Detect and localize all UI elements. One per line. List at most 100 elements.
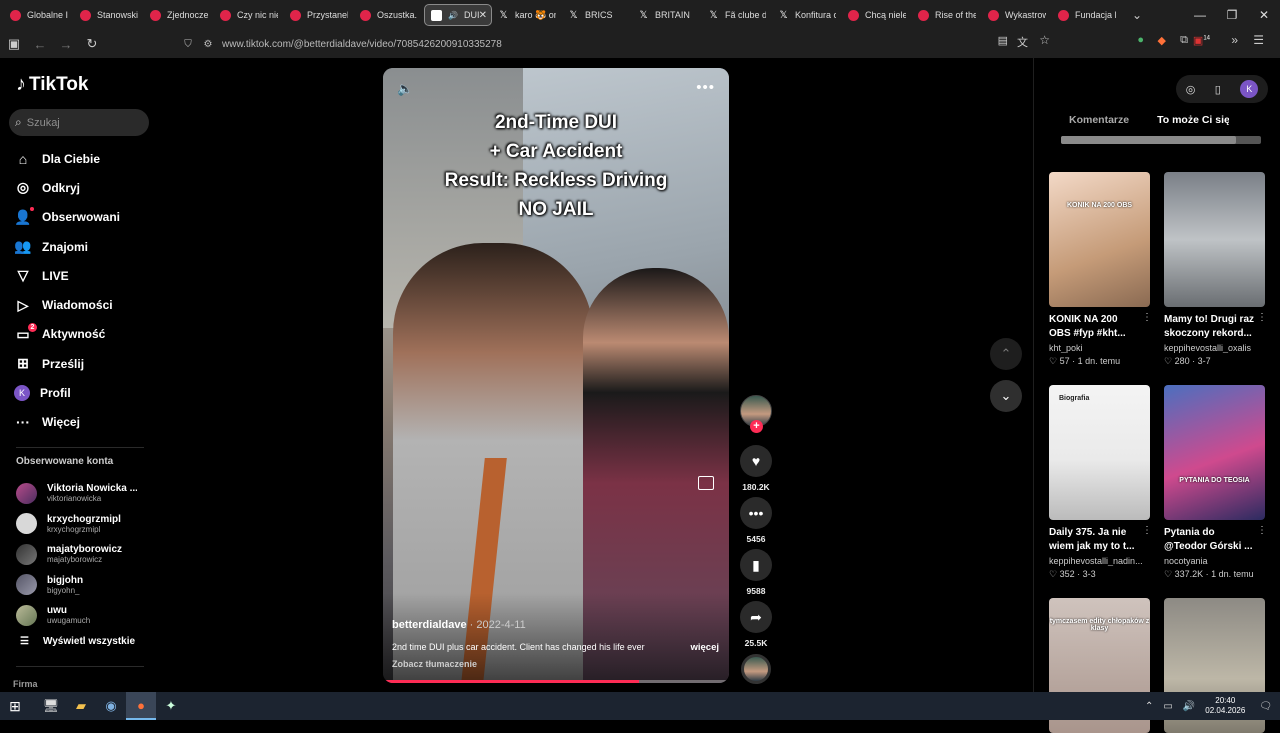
card-username[interactable]: keppihevostalli_oxalis [1164, 343, 1265, 353]
followed-account[interactable]: uwu uwugamuch [16, 600, 151, 631]
nav-item-odkryj[interactable]: ◎ Odkryj [14, 173, 154, 202]
browser-tab[interactable]: 🔊 DUI ✕ [424, 4, 492, 26]
comment-icon[interactable]: ••• [740, 497, 772, 529]
see-translation-link[interactable]: Zobacz tłumaczenie [392, 659, 477, 669]
volume-tray-icon[interactable]: 🔊 [1183, 701, 1195, 712]
card-username[interactable]: keppihevostalli_nadin... [1049, 556, 1150, 566]
browser-tab[interactable]: Zjednoczen [144, 4, 214, 26]
back-icon[interactable]: ← [28, 37, 52, 52]
followed-account[interactable]: majatyborowicz majatyborowicz [16, 539, 151, 570]
address-bar[interactable]: ⛉ ⚙ www.tiktok.com/@betterdialdave/video… [176, 33, 1048, 55]
follow-plus-icon[interactable]: + [750, 420, 763, 433]
video-player[interactable]: 2nd-Time DUI + Car Accident Result: Reck… [383, 68, 729, 683]
recommended-video-card[interactable]: Biografia Daily 375. Ja nie wiem jak my t… [1049, 385, 1152, 580]
browser-tab[interactable]: 𝕏karo 🐯 on [492, 4, 562, 26]
caption-more-button[interactable]: więcej [690, 642, 719, 653]
profile-avatar[interactable]: K [1240, 80, 1259, 98]
overflow-chevron-icon[interactable]: » [1231, 33, 1238, 47]
show-all-button[interactable]: ☰ Wyświetl wszystkie [20, 636, 135, 647]
picture-in-picture-icon[interactable] [698, 476, 714, 490]
author-name[interactable]: betterdialdave [392, 619, 467, 631]
file-explorer-icon[interactable]: ▰ [66, 692, 96, 720]
reload-icon[interactable]: ↻ [80, 36, 104, 52]
browser-tab[interactable]: Czy nic nie [214, 4, 284, 26]
shield-icon[interactable]: ⛉ [182, 39, 194, 50]
share-icon[interactable]: ➦ [740, 601, 772, 633]
tab-scrollbar[interactable] [1061, 136, 1261, 144]
network-icon[interactable]: ▭ [1163, 701, 1172, 712]
app-icon[interactable]: ✦ [156, 692, 186, 720]
browser-tab[interactable]: 𝕏 Fã clube do [702, 4, 772, 26]
video-thumbnail[interactable]: PYTANIA DO TEOSIA [1164, 385, 1265, 520]
browser-tab[interactable]: 𝕏 Konfitura or [772, 4, 842, 26]
followed-account[interactable]: krxychogrzmipl krxychogrzmipl [16, 509, 151, 540]
card-username[interactable]: kht_poki [1049, 343, 1150, 353]
followed-account[interactable]: bigjohn bigyohn_ [16, 570, 151, 601]
previous-video-button[interactable]: ⌃ [990, 338, 1022, 370]
browser-tab[interactable]: Oszustka. W [354, 4, 424, 26]
browser-tab[interactable]: Wykastrowa [982, 4, 1052, 26]
recommended-video-card[interactable]: Mamy to! Drugi raz skoczony rekord... ⋮ ke… [1164, 172, 1267, 367]
compass-icon[interactable]: ◎ [1186, 83, 1196, 96]
nav-item-wiadomości[interactable]: ▷ Wiadomości [14, 290, 154, 319]
share-action[interactable]: ➦ 25.5K [739, 601, 773, 648]
tab-you-may-like[interactable]: To może Ci się spodoba [1129, 114, 1229, 126]
comment-action[interactable]: ••• 5456 [739, 497, 773, 544]
save-action[interactable]: ▮ 9588 [739, 549, 773, 596]
minimize-icon[interactable]: — [1184, 0, 1216, 30]
restore-icon[interactable]: ❐ [1216, 0, 1248, 30]
search-box[interactable]: ⌕ [9, 109, 149, 136]
firefox-icon[interactable]: ● [126, 692, 156, 720]
extension-shield-icon[interactable]: ● [1137, 34, 1144, 46]
bookmark-star-icon[interactable]: ☆ [1039, 33, 1050, 47]
like-action[interactable]: ♥ 180.2K [739, 445, 773, 492]
tab-list-dropdown-icon[interactable]: ⌄ [1126, 8, 1148, 22]
music-disc-avatar[interactable] [741, 654, 771, 684]
start-icon[interactable]: ⊞ [0, 692, 30, 720]
browser-tab[interactable]: 𝕏 BRICS [562, 4, 632, 26]
recommended-video-card[interactable]: PYTANIA DO TEOSIA Pytania do @Teodor Górs… [1164, 385, 1267, 580]
tab-close-icon[interactable]: ✕ [479, 10, 487, 21]
url-text[interactable]: www.tiktok.com/@betterdialdave/video/708… [222, 39, 502, 50]
card-more-icon[interactable]: ⋮ [1142, 312, 1152, 323]
phone-icon[interactable]: ▯ [1215, 83, 1221, 96]
clock[interactable]: 20:40 02.04.2026 [1205, 696, 1245, 716]
nav-item-obserwowani[interactable]: 👤 Obserwowani [14, 203, 154, 232]
followed-account[interactable]: Viktoria Nowicka ... viktorianowicka [16, 478, 151, 509]
nav-item-znajomi[interactable]: 👥 Znajomi [14, 232, 154, 261]
browser-tab[interactable]: Stanowski w [74, 4, 144, 26]
video-thumbnail[interactable]: KONIK NA 200 OBS [1049, 172, 1150, 307]
reader-view-icon[interactable]: ▤ [998, 34, 1008, 47]
nav-item-profil[interactable]: K Profil [14, 378, 154, 407]
next-video-button[interactable]: ⌄ [990, 380, 1022, 412]
browser-tab[interactable]: Przystanek [284, 4, 354, 26]
card-more-icon[interactable]: ⋮ [1257, 312, 1267, 323]
monitor-app-icon[interactable]: 🖥 [36, 692, 66, 720]
video-progress-bar[interactable] [383, 680, 729, 683]
nav-item-live[interactable]: ▽ LIVE [14, 261, 154, 290]
speaker-icon[interactable]: 🔊 [448, 11, 458, 20]
notifications-icon[interactable]: 🗨 [1259, 701, 1272, 712]
tab-comments[interactable]: Komentarze [1034, 114, 1129, 126]
recommended-video-card[interactable]: KONIK NA 200 OBS KONIK NA 200 OBS #fyp #k… [1049, 172, 1152, 367]
steam-icon[interactable]: ◉ [96, 692, 126, 720]
video-thumbnail[interactable]: Biografia [1049, 385, 1150, 520]
extension-fox-icon[interactable]: ◆ [1158, 34, 1166, 47]
search-icon[interactable]: ⌕ [15, 115, 22, 130]
bookmark-icon[interactable]: ▮ [740, 549, 772, 581]
search-input[interactable] [26, 116, 137, 129]
company-link[interactable]: Firma [13, 679, 38, 689]
browser-tab[interactable]: Globalne Im [4, 4, 74, 26]
browser-tab[interactable]: Rise of the [912, 4, 982, 26]
nav-item-więcej[interactable]: ··· Więcej [14, 408, 154, 437]
extensions-puzzle-icon[interactable]: ⧉ [1180, 34, 1188, 47]
close-window-icon[interactable]: ✕ [1248, 0, 1280, 30]
translate-icon[interactable]: 文 [1017, 34, 1028, 50]
tray-chevron-icon[interactable]: ⌃ [1145, 701, 1153, 712]
video-thumbnail[interactable] [1164, 172, 1265, 307]
nav-item-prześlij[interactable]: ⊞ Prześlij [14, 349, 154, 378]
volume-icon[interactable]: 🔈 [397, 81, 413, 97]
forward-icon[interactable]: → [54, 37, 78, 52]
menu-icon[interactable]: ☰ [1253, 33, 1264, 47]
video-more-icon[interactable]: ••• [696, 79, 715, 96]
